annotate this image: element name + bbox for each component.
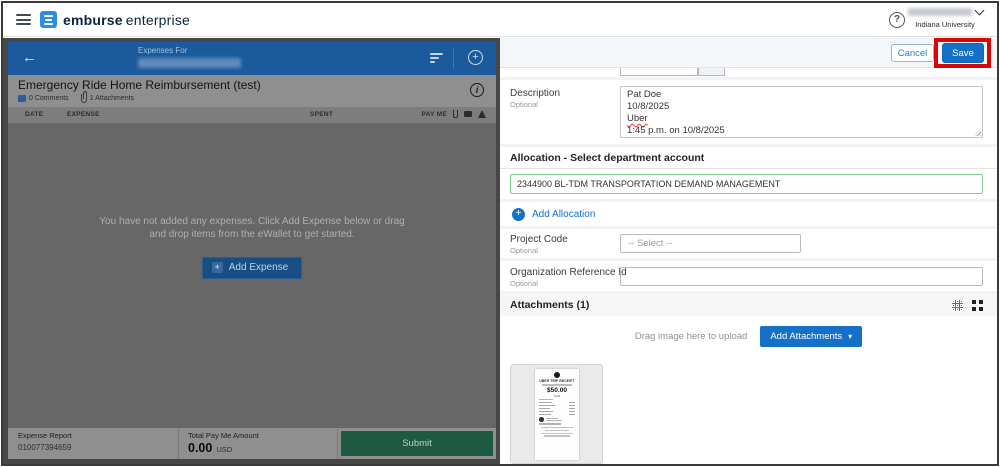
- add-allocation-label: Add Allocation: [532, 209, 595, 220]
- report-footer-bar: Expense Report 010077394659 Total Pay Me…: [8, 428, 496, 459]
- add-allocation-plus-icon: +: [512, 208, 525, 221]
- description-line: 1:45 p.m. on 10/8/2025: [627, 125, 976, 137]
- expand-icon[interactable]: [972, 300, 983, 311]
- add-attachments-button[interactable]: Add Attachments ▾: [760, 326, 862, 347]
- brand-text: emburseenterprise: [63, 12, 190, 28]
- add-allocation-link[interactable]: + Add Allocation: [500, 202, 997, 226]
- sort-filter-icon[interactable]: [430, 53, 444, 63]
- brand-primary: emburse: [63, 12, 123, 28]
- allocation-account-input[interactable]: 2344900 BL-TDM TRANSPORTATION DEMAND MAN…: [510, 174, 983, 194]
- expense-detail-panel: Cancel Save Description Optional Pat Do: [500, 38, 997, 464]
- add-expense-button[interactable]: + Add Expense: [202, 257, 303, 279]
- attachments-count: 1 Attachments: [90, 95, 134, 102]
- expense-list-body: You have not added any expenses. Click A…: [8, 123, 496, 428]
- org-reference-input[interactable]: [620, 267, 983, 286]
- cancel-button[interactable]: Cancel: [891, 44, 934, 62]
- receipt-amount: $50.00: [535, 387, 579, 394]
- project-code-label: Project Code Optional: [510, 234, 568, 255]
- dropdown-caret-icon: ▾: [848, 332, 852, 341]
- clipped-amount-field-row: [500, 68, 997, 77]
- warning-column-icon: [478, 110, 486, 118]
- header-divider: [453, 48, 454, 69]
- user-organization: Indiana University: [903, 20, 987, 29]
- save-button[interactable]: Save: [942, 43, 984, 63]
- description-line: Pat Doe: [627, 89, 976, 101]
- detail-toolbar: Cancel Save: [500, 38, 997, 68]
- column-date: DATE: [25, 111, 43, 118]
- project-code-row: Project Code Optional -- Select --: [500, 229, 997, 258]
- info-icon[interactable]: i: [470, 83, 484, 97]
- optional-label: Optional: [510, 279, 627, 288]
- column-pay-me: PAY ME: [421, 111, 447, 118]
- expense-report-label: Expense Report: [18, 431, 178, 440]
- drag-hint-text: Drag image here to upload: [635, 331, 748, 342]
- allocation-section-heading: Allocation - Select department account: [500, 147, 997, 169]
- comment-icon: [18, 95, 26, 102]
- project-code-select[interactable]: -- Select --: [620, 234, 801, 253]
- description-row: Description Optional Pat Doe 10/8/2025 U…: [500, 80, 997, 144]
- app-window: emburseenterprise ? Indiana University ←…: [1, 1, 999, 466]
- clipped-input[interactable]: [620, 68, 698, 76]
- comments-count: 0 Comments: [29, 95, 69, 102]
- report-header-bar: ← Expenses For +: [8, 42, 496, 75]
- receipt-image: UBER TRIP RECEIPT $50.00 Total: [535, 369, 579, 460]
- currency-code: USD: [216, 445, 232, 454]
- paperclip-column-icon: [453, 110, 458, 118]
- attachments-header: Attachments (1): [500, 294, 997, 316]
- top-bar: emburseenterprise ? Indiana University: [3, 3, 997, 37]
- empty-state-text: You have not added any expenses. Click A…: [8, 215, 496, 241]
- org-reference-row: Organization Reference Id Optional: [500, 261, 997, 291]
- attachment-upload-row: Drag image here to upload Add Attachment…: [500, 316, 997, 356]
- hamburger-menu-icon[interactable]: [16, 14, 31, 25]
- optional-label: Optional: [510, 100, 560, 109]
- optional-label: Optional: [510, 246, 568, 255]
- clipped-input-button[interactable]: [698, 68, 725, 76]
- expense-table-header: DATE EXPENSE SPENT PAY ME: [8, 107, 496, 123]
- emburse-logo-icon: [40, 11, 57, 28]
- chevron-down-icon: [974, 6, 984, 16]
- description-label: Description Optional: [510, 88, 560, 109]
- expense-report-number: 010077394659: [18, 443, 178, 452]
- add-circle-icon[interactable]: +: [468, 50, 483, 65]
- report-title: Emergency Ride Home Reimbursement (test): [18, 78, 261, 92]
- description-line-misspelled: Uber: [627, 113, 648, 125]
- expense-report-card: ← Expenses For + Emergency Ride Home Rei…: [8, 42, 496, 459]
- expense-report-panel-dim-overlay: ← Expenses For + Emergency Ride Home Rei…: [3, 38, 500, 464]
- comments-meta[interactable]: 0 Comments: [18, 95, 69, 102]
- paperclip-icon: [81, 94, 87, 103]
- attachments-heading: Attachments (1): [510, 299, 589, 311]
- column-expense: EXPENSE: [67, 111, 100, 118]
- driver-avatar-icon: [539, 417, 544, 422]
- total-pay-me-label: Total Pay Me Amount: [188, 431, 337, 440]
- comment-column-icon: [464, 111, 472, 117]
- submit-button[interactable]: Submit: [341, 431, 493, 456]
- grid-view-icon[interactable]: [952, 300, 963, 311]
- attachments-meta[interactable]: 1 Attachments: [81, 94, 134, 103]
- uber-logo-icon: [554, 372, 560, 378]
- column-spent: SPENT: [310, 111, 333, 118]
- attachment-thumbnails-row: UBER TRIP RECEIPT $50.00 Total: [500, 356, 997, 464]
- receipt-thumbnail[interactable]: UBER TRIP RECEIPT $50.00 Total: [510, 364, 603, 464]
- expenses-for-label: Expenses For: [138, 46, 241, 55]
- description-line: 10/8/2025: [627, 101, 976, 113]
- user-menu[interactable]: Indiana University: [903, 8, 987, 29]
- receipt-total-label: Total: [535, 394, 579, 398]
- back-arrow-icon[interactable]: ←: [22, 49, 37, 66]
- report-title-strip: Emergency Ride Home Reimbursement (test)…: [8, 75, 496, 107]
- org-reference-label: Organization Reference Id Optional: [510, 267, 627, 288]
- redacted-owner-name: [138, 58, 241, 68]
- description-textarea[interactable]: Pat Doe 10/8/2025 Uber 1:45 p.m. on 10/8…: [620, 86, 983, 138]
- brand-secondary: enterprise: [126, 12, 190, 28]
- total-amount: 0.00: [188, 441, 212, 455]
- allocation-row: 2344900 BL-TDM TRANSPORTATION DEMAND MAN…: [500, 169, 997, 199]
- plus-icon: +: [212, 262, 223, 273]
- receipt-title: UBER TRIP RECEIPT: [535, 379, 579, 383]
- redacted-user-name: [908, 8, 972, 16]
